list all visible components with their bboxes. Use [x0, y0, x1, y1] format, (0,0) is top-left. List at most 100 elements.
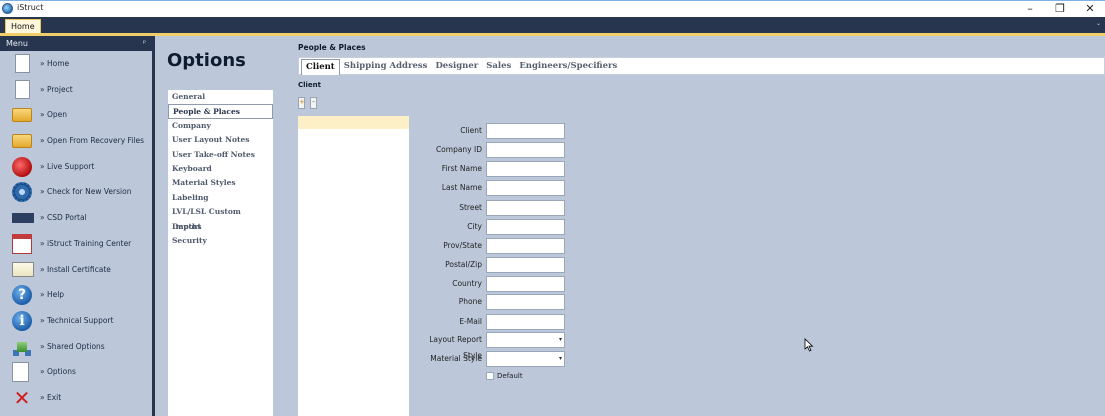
category-general[interactable]: General: [168, 90, 273, 104]
tab-sales[interactable]: Sales: [482, 58, 515, 75]
menu-item-technical-support[interactable]: i » Technical Support: [0, 308, 152, 334]
csd-logo-icon: [12, 213, 34, 224]
field-label: Phone: [458, 297, 482, 306]
pin-icon[interactable]: ᵖ: [143, 36, 146, 51]
category-user-takeoff-notes[interactable]: User Take-off Notes: [168, 148, 273, 162]
first-name-field[interactable]: [486, 161, 565, 177]
mouse-cursor-icon: [804, 338, 814, 352]
field-label: Country: [452, 279, 482, 288]
menu-item-shared-options[interactable]: » Shared Options: [0, 334, 152, 360]
street-row: Street: [411, 200, 731, 216]
menu-item-label: » CSD Portal: [40, 213, 87, 223]
layout-report-style-select[interactable]: ▾: [486, 332, 565, 348]
layout-report-style-row: Layout Report Style ▾: [411, 332, 731, 360]
menu-item-live-support[interactable]: » Live Support: [0, 154, 152, 180]
category-material-styles[interactable]: Material Styles: [168, 176, 273, 190]
menu-item-label: » Live Support: [40, 161, 95, 171]
menu-item-label: » Help: [40, 290, 65, 300]
minimize-button[interactable]: –: [1015, 1, 1045, 17]
menu-item-training-center[interactable]: » iStruct Training Center: [0, 231, 152, 257]
ribbon-collapse-icon[interactable]: ⌄: [1096, 20, 1101, 27]
exit-icon: ✕: [13, 385, 31, 410]
menu-item-exit[interactable]: ✕ » Exit: [0, 385, 152, 411]
field-label: Last Name: [441, 183, 482, 192]
app-logo-icon: [2, 3, 13, 14]
menu-item-label: » iStruct Training Center: [40, 238, 132, 248]
phone-row: Phone: [411, 294, 731, 310]
menu-item-project[interactable]: » Project: [0, 77, 152, 103]
menu-item-home[interactable]: » Home: [0, 51, 152, 77]
menu-item-label: » Open From Recovery Files: [40, 136, 144, 146]
options-icon: [12, 362, 29, 383]
menu-item-options[interactable]: » Options: [0, 359, 152, 385]
company-id-field[interactable]: [486, 142, 565, 158]
menu-item-check-version[interactable]: » Check for New Version: [0, 179, 152, 205]
menu-item-label: » Project: [40, 84, 73, 94]
menu-item-install-certificate[interactable]: » Install Certificate: [0, 257, 152, 283]
default-checkbox-row[interactable]: Default: [486, 372, 523, 382]
remove-client-button[interactable]: -: [310, 97, 317, 109]
phone-field[interactable]: [486, 294, 565, 310]
restore-button[interactable]: ❐: [1045, 1, 1075, 17]
menu-item-open-recovery[interactable]: » Open From Recovery Files: [0, 128, 152, 154]
city-field[interactable]: [486, 219, 565, 235]
category-security[interactable]: Security: [168, 234, 273, 248]
category-keyboard[interactable]: Keyboard: [168, 162, 273, 176]
tab-client[interactable]: Client: [301, 59, 340, 75]
street-field[interactable]: [486, 200, 565, 216]
list-item[interactable]: [298, 116, 409, 129]
menu-item-open[interactable]: » Open: [0, 102, 152, 128]
add-client-button[interactable]: +: [298, 97, 305, 109]
chevron-down-icon[interactable]: ▾: [559, 333, 562, 347]
support-icon: [12, 156, 32, 177]
material-style-row: Material Style ▾: [411, 351, 731, 367]
tab-designer[interactable]: Designer: [431, 58, 482, 75]
document-icon: [15, 79, 30, 99]
tab-home[interactable]: Home: [5, 19, 41, 33]
window-title: iStruct: [17, 3, 44, 12]
certificate-icon: [12, 261, 34, 277]
menu-item-label: » Install Certificate: [40, 264, 111, 274]
last-name-field[interactable]: [486, 180, 565, 196]
title-bar: iStruct – ❐ ✕: [0, 0, 1105, 17]
category-user-layout-notes[interactable]: User Layout Notes: [168, 133, 273, 147]
category-import[interactable]: Import: [168, 220, 273, 234]
field-label: Street: [459, 203, 482, 212]
postal-zip-row: Postal/Zip: [411, 257, 731, 273]
close-button[interactable]: ✕: [1075, 1, 1105, 17]
client-list[interactable]: [298, 116, 409, 416]
client-field[interactable]: [486, 123, 565, 139]
side-menu: Menu ᵖ » Home » Project » Open » Open Fr…: [0, 36, 155, 416]
category-labeling[interactable]: Labeling: [168, 191, 273, 205]
field-label: E-Mail: [459, 317, 482, 326]
folder-icon: [12, 134, 32, 149]
first-name-row: First Name: [411, 161, 731, 177]
category-people-places[interactable]: People & Places: [168, 104, 273, 119]
country-row: Country: [411, 276, 731, 292]
country-field[interactable]: [486, 276, 565, 292]
category-list: General People & Places Company User Lay…: [168, 90, 273, 416]
ribbon-tab-bar: Home ⌄: [0, 17, 1105, 33]
postal-zip-field[interactable]: [486, 257, 565, 273]
chevron-down-icon[interactable]: ▾: [559, 352, 562, 366]
material-style-select[interactable]: ▾: [486, 351, 565, 367]
field-label: Company ID: [435, 145, 482, 154]
company-id-row: Company ID: [411, 142, 731, 158]
section-title: People & Places: [298, 43, 366, 52]
prov-state-field[interactable]: [486, 238, 565, 254]
category-company[interactable]: Company: [168, 119, 273, 133]
network-icon: [17, 341, 27, 352]
tab-shipping-address[interactable]: Shipping Address: [340, 58, 432, 75]
tab-engineers-specifiers[interactable]: Engineers/Specifiers: [515, 58, 621, 75]
menu-header-label: Menu: [6, 39, 28, 48]
menu-item-label: » Technical Support: [40, 315, 114, 325]
gear-icon: [12, 182, 32, 203]
field-label: First Name: [441, 164, 482, 173]
menu-item-help[interactable]: ? » Help: [0, 282, 152, 308]
field-label: City: [467, 222, 482, 231]
menu-item-label: » Options: [40, 367, 76, 377]
menu-item-csd-portal[interactable]: » CSD Portal: [0, 205, 152, 231]
default-checkbox[interactable]: [486, 372, 494, 380]
category-lvl-lsl-depths[interactable]: LVL/LSL Custom Depths: [168, 205, 273, 230]
email-field[interactable]: [486, 314, 565, 330]
